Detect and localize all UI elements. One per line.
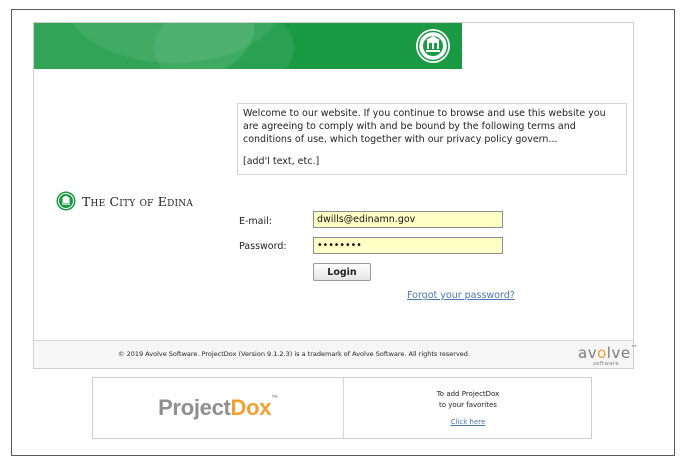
password-field[interactable] <box>313 237 503 254</box>
email-field[interactable] <box>313 211 503 228</box>
copyright-text: © 2019 Avolve Software. ProjectDox (Vers… <box>118 350 470 358</box>
bottom-panel: ProjectDox™ To add ProjectDox to your fa… <box>92 377 592 439</box>
email-label: E-mail: <box>239 216 272 227</box>
city-seal-small-icon <box>56 191 76 211</box>
favorites-line-1: To add ProjectDox <box>436 390 500 398</box>
password-label: Password: <box>239 241 287 252</box>
city-seal-icon <box>416 29 450 63</box>
terms-paragraph: Welcome to our website. If you continue … <box>243 108 606 145</box>
add-favorites-link[interactable]: Click here <box>344 418 592 426</box>
login-card: Welcome to our website. If you continue … <box>33 22 638 369</box>
terms-text-box: Welcome to our website. If you continue … <box>237 103 627 175</box>
footer-bar: © 2019 Avolve Software. ProjectDox (Vers… <box>34 340 638 368</box>
favorites-line-2: to your favorites <box>439 401 497 409</box>
forgot-password-link[interactable]: Forgot your password? <box>407 290 515 301</box>
avolve-logo-subtext: software <box>593 361 620 367</box>
city-logo: The City of Edina <box>56 191 193 211</box>
login-button[interactable]: Login <box>313 263 371 281</box>
city-name: The City of Edina <box>82 193 194 209</box>
add-favorites-section: To add ProjectDox to your favorites Clic… <box>344 378 592 438</box>
projectdox-logo: ProjectDox™ <box>158 395 278 420</box>
avolve-logo: avolve™ software <box>578 344 639 367</box>
header-banner <box>34 23 462 69</box>
terms-additional-text: [add'l text, etc.] <box>243 156 320 167</box>
